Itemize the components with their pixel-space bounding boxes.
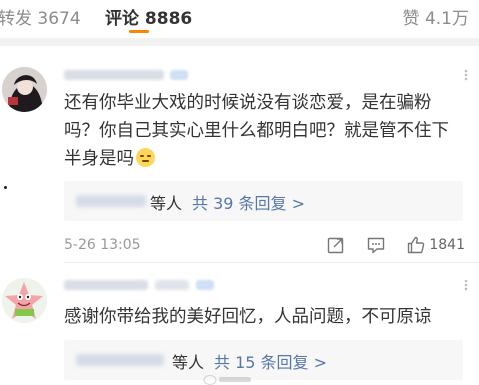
reply-usernames-blurred <box>76 354 164 366</box>
comment-icon[interactable] <box>366 235 386 255</box>
patrick-star-avatar-icon <box>2 278 47 323</box>
comment-tabs: 转发 3674 评论 8886 赞 4.1万 <box>0 0 479 34</box>
more-options-icon[interactable] <box>459 68 473 82</box>
view-replies-link[interactable]: 共 39 条回复 > <box>192 194 305 213</box>
tab-like[interactable]: 赞 4.1万 <box>403 4 469 29</box>
reply-summary-text: 等人共 15 条回复 > <box>172 349 327 373</box>
comment-text-content: 感谢你带给我的美好回忆，人品问题，不可原谅 <box>64 307 432 327</box>
vip-badge-icon <box>196 280 214 290</box>
more-options-icon[interactable] <box>459 278 473 292</box>
reply-etc-label: 等人 <box>172 353 205 372</box>
tab-comment[interactable]: 评论 8886 <box>105 4 192 29</box>
avatar[interactable] <box>2 278 47 323</box>
comment-text: 感谢你带给我的美好回忆，人品问题，不可原谅 <box>64 303 461 331</box>
list-bullet <box>4 186 7 189</box>
username-blurred[interactable] <box>64 280 148 290</box>
header-separator <box>0 38 479 46</box>
comment-text-content: 还有你毕业大戏的时候说没有谈恋爱，是在骗粉吗？你自己其实心里什么都明白吧？就是管… <box>64 93 449 169</box>
comment-meta: 5-26 13:05 1841 <box>64 235 465 257</box>
username-suffix-blurred <box>155 280 189 290</box>
share-icon[interactable] <box>326 235 346 255</box>
reply-summary[interactable]: 等人共 15 条回复 > <box>64 340 463 380</box>
reply-etc-label: 等人 <box>150 194 183 213</box>
view-replies-link[interactable]: 共 15 条回复 > <box>214 353 327 372</box>
like-count: 1841 <box>429 237 465 253</box>
avatar-image-icon <box>2 67 47 112</box>
vip-badge-icon <box>170 70 188 80</box>
comment-text: 还有你毕业大戏的时候说没有谈恋爱，是在骗粉吗？你自己其实心里什么都明白吧？就是管… <box>64 89 461 173</box>
comment-item: 感谢你带给我的美好回忆，人品问题，不可原谅 等人共 15 条回复 > <box>0 268 479 385</box>
like-thumb-icon[interactable] <box>406 235 426 255</box>
reply-usernames-blurred <box>76 195 146 207</box>
comment-item: 还有你毕业大戏的时候说没有谈恋爱，是在骗粉吗？你自己其实心里什么都明白吧？就是管… <box>0 60 479 260</box>
active-tab-indicator <box>129 30 149 33</box>
reply-summary-text: 等人共 39 条回复 > <box>150 190 305 214</box>
username-blurred[interactable] <box>64 70 164 80</box>
comment-divider <box>64 262 479 263</box>
weibo-watermark-icon <box>203 375 251 385</box>
sleepy-face-emoji-icon <box>136 148 155 167</box>
comment-time: 5-26 13:05 <box>64 237 141 253</box>
reply-summary[interactable]: 等人共 39 条回复 > <box>64 181 463 221</box>
avatar[interactable] <box>2 67 47 112</box>
tab-repost[interactable]: 转发 3674 <box>0 4 81 29</box>
